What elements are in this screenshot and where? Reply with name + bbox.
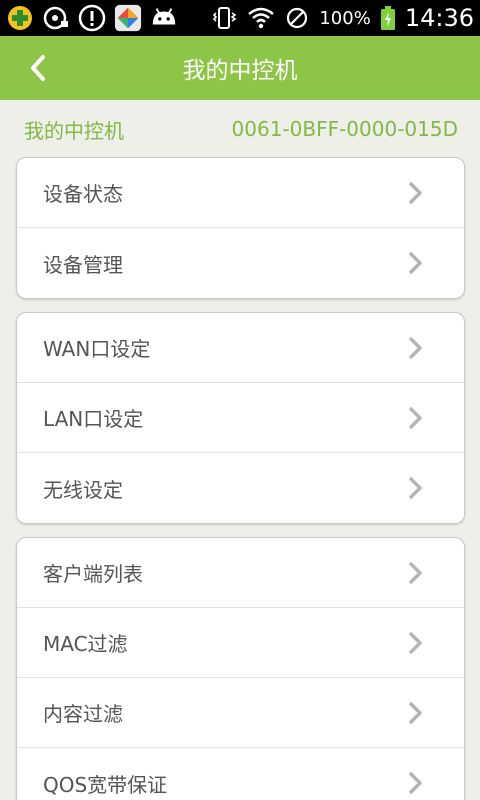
menu-group-network: WAN口设定 LAN口设定 无线设定 (16, 312, 465, 524)
menu-item-label: 设备状态 (43, 182, 123, 206)
menu-item-client-list[interactable]: 客户端列表 (17, 538, 464, 608)
menu-item-label: 内容过滤 (43, 702, 123, 726)
app-market-icon (114, 4, 142, 32)
menu-group-device: 设备状态 设备管理 (16, 157, 465, 299)
notification-icons (6, 4, 178, 32)
back-button[interactable] (18, 48, 58, 88)
chevron-right-icon (408, 631, 422, 655)
menu-item-label: 无线设定 (43, 477, 123, 502)
menu-item-wireless-settings[interactable]: 无线设定 (17, 453, 464, 523)
menu-item-lan-settings[interactable]: LAN口设定 (17, 383, 464, 453)
system-icons: 100% 14:36 (211, 4, 474, 32)
menu-item-label: 客户端列表 (43, 562, 143, 586)
vibrate-icon (211, 4, 239, 32)
chevron-right-icon (408, 476, 422, 500)
menu-item-wan-settings[interactable]: WAN口设定 (17, 313, 464, 383)
menu-item-content-filter[interactable]: 内容过滤 (17, 678, 464, 748)
title-bar: 我的中控机 (0, 36, 480, 100)
no-sim-icon (283, 4, 311, 32)
menu-item-label: LAN口设定 (43, 407, 144, 431)
chevron-right-icon (408, 701, 422, 725)
menu-item-device-status[interactable]: 设备状态 (17, 158, 464, 228)
chevron-right-icon (408, 181, 422, 205)
chevron-right-icon (408, 561, 422, 585)
menu-item-label: MAC过滤 (43, 632, 128, 656)
android-icon (150, 4, 178, 32)
wifi-icon (247, 4, 275, 32)
chevron-right-icon (408, 251, 422, 275)
menu-item-label: QOS宽带保证 (43, 772, 168, 797)
disc-icon (42, 4, 70, 32)
status-bar: 100% 14:36 (0, 0, 480, 36)
menu-item-device-management[interactable]: 设备管理 (17, 228, 464, 298)
alert-icon (78, 4, 106, 32)
chevron-right-icon (408, 336, 422, 360)
device-info: 我的中控机 0061-0BFF-0000-015D (24, 114, 458, 144)
chevron-left-icon (31, 55, 45, 81)
battery-percent: 100% (319, 7, 371, 29)
game-plus-icon (6, 4, 34, 32)
chevron-right-icon (408, 406, 422, 430)
menu-item-qos-bandwidth[interactable]: QOS宽带保证 (17, 748, 464, 800)
device-label: 我的中控机 (24, 118, 124, 143)
clock: 14:36 (404, 4, 474, 32)
page-title: 我的中控机 (182, 58, 298, 84)
menu-group-clients: 客户端列表 MAC过滤 内容过滤 QOS宽带保证 (16, 537, 465, 800)
menu-item-label: 设备管理 (43, 252, 123, 277)
battery-icon (379, 4, 397, 32)
device-id: 0061-0BFF-0000-015D (231, 117, 458, 141)
chevron-right-icon (408, 771, 422, 795)
menu-item-label: WAN口设定 (43, 337, 151, 361)
menu-item-mac-filter[interactable]: MAC过滤 (17, 608, 464, 678)
